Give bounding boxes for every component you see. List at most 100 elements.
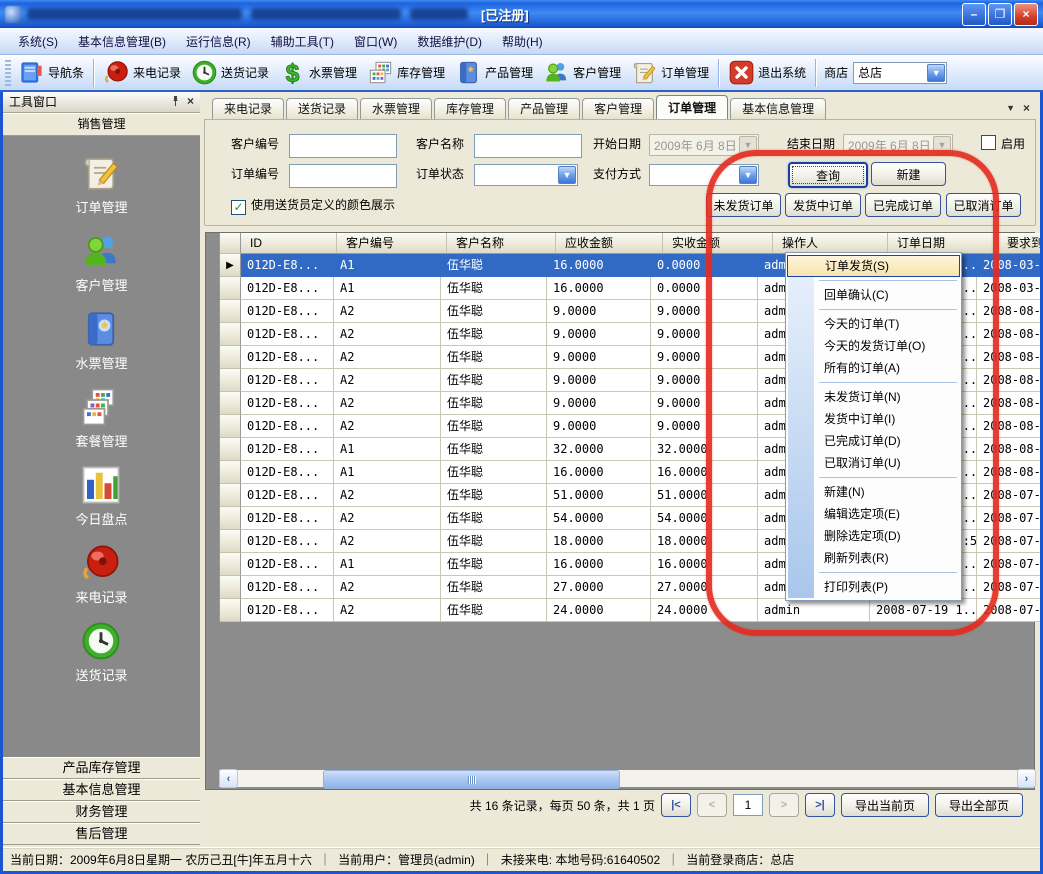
page-number-input[interactable] bbox=[733, 794, 763, 816]
context-menu-item[interactable]: 已取消订单(U) bbox=[787, 452, 960, 474]
menu-item[interactable]: 运行信息(R) bbox=[176, 29, 261, 54]
context-menu-item[interactable]: 已完成订单(D) bbox=[787, 430, 960, 452]
context-menu-item[interactable]: 回单确认(C) bbox=[787, 284, 960, 306]
tab-订单管理[interactable]: 订单管理 bbox=[656, 95, 728, 120]
row-selector[interactable] bbox=[220, 415, 241, 438]
pay-method-combo[interactable]: ▼ bbox=[649, 164, 759, 186]
context-menu-item[interactable]: 今天的发货订单(O) bbox=[787, 335, 960, 357]
toolbar-button[interactable]: 送货记录 bbox=[186, 57, 274, 88]
sidebar-item[interactable]: 送货记录 bbox=[75, 620, 127, 684]
menu-item[interactable]: 帮助(H) bbox=[492, 29, 553, 54]
sidebar-group-button[interactable]: 售后管理 bbox=[3, 823, 200, 845]
context-menu-item[interactable]: 删除选定项(D) bbox=[787, 525, 960, 547]
new-button[interactable]: 新建 bbox=[871, 162, 946, 186]
row-selector[interactable] bbox=[220, 576, 241, 599]
toolbar-button[interactable]: 订单管理 bbox=[626, 57, 714, 88]
column-header[interactable]: 客户名称 bbox=[447, 233, 556, 254]
order-status-filter-button[interactable]: 已完成订单 bbox=[865, 193, 941, 217]
sidebar-group-button[interactable]: 基本信息管理 bbox=[3, 779, 200, 801]
export-current-page-button[interactable]: 导出当前页 bbox=[841, 793, 929, 817]
row-selector[interactable] bbox=[220, 599, 241, 622]
order-no-input[interactable] bbox=[289, 164, 397, 188]
order-status-combo[interactable]: ▼ bbox=[474, 164, 578, 186]
toolbar-button[interactable]: 导航条 bbox=[13, 57, 89, 88]
row-selector[interactable] bbox=[220, 277, 241, 300]
sidebar-group-button[interactable]: 财务管理 bbox=[3, 801, 200, 823]
column-header[interactable]: 要求到货日期 bbox=[998, 233, 1043, 254]
tab-送货记录[interactable]: 送货记录 bbox=[286, 98, 358, 119]
sidebar-item[interactable]: 来电记录 bbox=[75, 542, 127, 606]
context-menu-item[interactable]: 新建(N) bbox=[787, 481, 960, 503]
next-page-button[interactable]: > bbox=[769, 793, 799, 817]
sidebar-item[interactable]: 今日盘点 bbox=[75, 464, 127, 528]
scroll-right-icon[interactable]: › bbox=[1017, 769, 1036, 788]
pin-icon[interactable] bbox=[170, 95, 181, 107]
menu-item[interactable]: 数据维护(D) bbox=[407, 29, 492, 54]
row-selector[interactable] bbox=[220, 530, 241, 553]
store-combo[interactable]: 总店 ▼ bbox=[853, 62, 947, 84]
row-selector[interactable] bbox=[220, 392, 241, 415]
maximize-button[interactable]: ❐ bbox=[988, 3, 1012, 26]
order-status-filter-button[interactable]: 发货中订单 bbox=[785, 193, 861, 217]
sidebar-item[interactable]: 订单管理 bbox=[75, 152, 127, 216]
sidebar-group-sales[interactable]: 销售管理 bbox=[3, 113, 200, 136]
context-menu-item[interactable]: 订单发货(S) bbox=[787, 255, 960, 277]
customer-no-input[interactable] bbox=[289, 134, 397, 158]
scrollbar-track[interactable] bbox=[238, 770, 1017, 787]
toolbar-button[interactable]: 客户管理 bbox=[538, 57, 626, 88]
horizontal-scrollbar[interactable]: ‹ › bbox=[219, 770, 1036, 787]
toolbar-button[interactable]: 来电记录 bbox=[98, 57, 186, 88]
toolbar-grip-icon[interactable] bbox=[5, 60, 11, 86]
prev-page-button[interactable]: < bbox=[697, 793, 727, 817]
tab-客户管理[interactable]: 客户管理 bbox=[582, 98, 654, 119]
query-button[interactable]: 查询 bbox=[788, 162, 868, 188]
tab-产品管理[interactable]: 产品管理 bbox=[508, 98, 580, 119]
menu-item[interactable]: 基本信息管理(B) bbox=[68, 29, 176, 54]
menu-item[interactable]: 窗口(W) bbox=[344, 29, 407, 54]
close-button[interactable]: × bbox=[1014, 3, 1038, 26]
end-date-picker[interactable]: 2009年 6月 8日 ▼ bbox=[843, 134, 953, 156]
order-status-filter-button[interactable]: 已取消订单 bbox=[946, 193, 1021, 217]
column-header[interactable]: 客户编号 bbox=[337, 233, 447, 254]
context-menu-item[interactable]: 发货中订单(I) bbox=[787, 408, 960, 430]
column-header[interactable]: 应收金额 bbox=[556, 233, 663, 254]
row-selector[interactable] bbox=[220, 507, 241, 530]
column-header[interactable]: 操作人 bbox=[773, 233, 888, 254]
scroll-left-icon[interactable]: ‹ bbox=[219, 769, 238, 788]
context-menu-item[interactable]: 所有的订单(A) bbox=[787, 357, 960, 379]
start-date-picker[interactable]: 2009年 6月 8日 ▼ bbox=[649, 134, 759, 156]
tab-close-icon[interactable]: × bbox=[1023, 101, 1030, 115]
toolbar-button[interactable]: 库存管理 bbox=[362, 57, 450, 88]
export-all-pages-button[interactable]: 导出全部页 bbox=[935, 793, 1023, 817]
menu-item[interactable]: 系统(S) bbox=[8, 29, 68, 54]
column-header[interactable]: 订单日期 bbox=[888, 233, 998, 254]
sidebar-item[interactable]: 水票管理 bbox=[75, 308, 127, 372]
toolbar-button[interactable]: $水票管理 bbox=[274, 57, 362, 88]
last-page-button[interactable]: >| bbox=[805, 793, 835, 817]
context-menu-item[interactable]: 编辑选定项(E) bbox=[787, 503, 960, 525]
sidebar-group-button[interactable]: 产品库存管理 bbox=[3, 757, 200, 779]
context-menu-item[interactable]: 打印列表(P) bbox=[787, 576, 960, 598]
order-status-filter-button[interactable]: 未发货订单 bbox=[706, 193, 781, 217]
tab-基本信息管理[interactable]: 基本信息管理 bbox=[730, 98, 826, 119]
tab-来电记录[interactable]: 来电记录 bbox=[212, 98, 284, 119]
row-selector[interactable]: ▶ bbox=[220, 254, 241, 277]
sidebar-item[interactable]: 客户管理 bbox=[75, 230, 127, 294]
tab-库存管理[interactable]: 库存管理 bbox=[434, 98, 506, 119]
row-selector[interactable] bbox=[220, 484, 241, 507]
row-selector[interactable] bbox=[220, 346, 241, 369]
enable-checkbox[interactable] bbox=[981, 135, 996, 150]
row-selector[interactable] bbox=[220, 553, 241, 576]
row-selector[interactable] bbox=[220, 461, 241, 484]
customer-name-input[interactable] bbox=[474, 134, 582, 158]
row-selector[interactable] bbox=[220, 369, 241, 392]
minimize-button[interactable]: – bbox=[962, 3, 986, 26]
chevron-down-icon[interactable]: ▼ bbox=[558, 166, 576, 184]
tab-水票管理[interactable]: 水票管理 bbox=[360, 98, 432, 119]
first-page-button[interactable]: |< bbox=[661, 793, 691, 817]
sidebar-item[interactable]: 套餐管理 bbox=[75, 386, 127, 450]
column-header[interactable]: ID bbox=[241, 233, 337, 254]
tab-dropdown-icon[interactable]: ▼ bbox=[1006, 103, 1015, 113]
chevron-down-icon[interactable]: ▼ bbox=[927, 64, 945, 82]
toolbar-button[interactable]: 退出系统 bbox=[723, 57, 811, 88]
